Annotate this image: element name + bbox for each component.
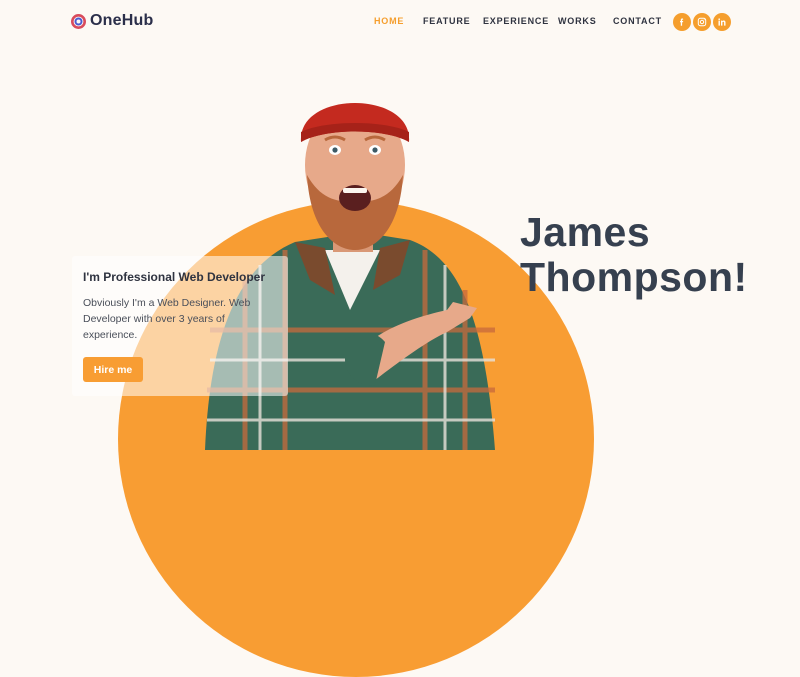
nav-home[interactable]: HOME	[374, 16, 404, 26]
hero-description: Obviously I'm a Web Designer. Web Develo…	[83, 297, 251, 341]
linkedin-icon[interactable]	[713, 13, 731, 31]
hire-me-button[interactable]: Hire me	[83, 357, 143, 382]
hero-name-last: Thompson!	[520, 254, 748, 300]
nav-feature[interactable]: FEATURE	[423, 16, 470, 26]
social-links	[673, 13, 731, 31]
hero-name-first: James	[520, 209, 651, 255]
nav-experience[interactable]: EXPERIENCE	[483, 16, 549, 26]
instagram-icon[interactable]	[693, 13, 711, 31]
nav-contact[interactable]: CONTACT	[613, 16, 662, 26]
brand-logo[interactable]: OneHub	[71, 12, 153, 30]
hero-subtitle: I'm Professional Web Developer	[83, 270, 266, 284]
facebook-icon[interactable]	[673, 13, 691, 31]
onehub-logo-icon	[71, 13, 86, 29]
nav-works[interactable]: WORKS	[558, 16, 597, 26]
hero-name: James Thompson!	[520, 210, 748, 300]
brand-name: OneHub	[90, 12, 154, 29]
